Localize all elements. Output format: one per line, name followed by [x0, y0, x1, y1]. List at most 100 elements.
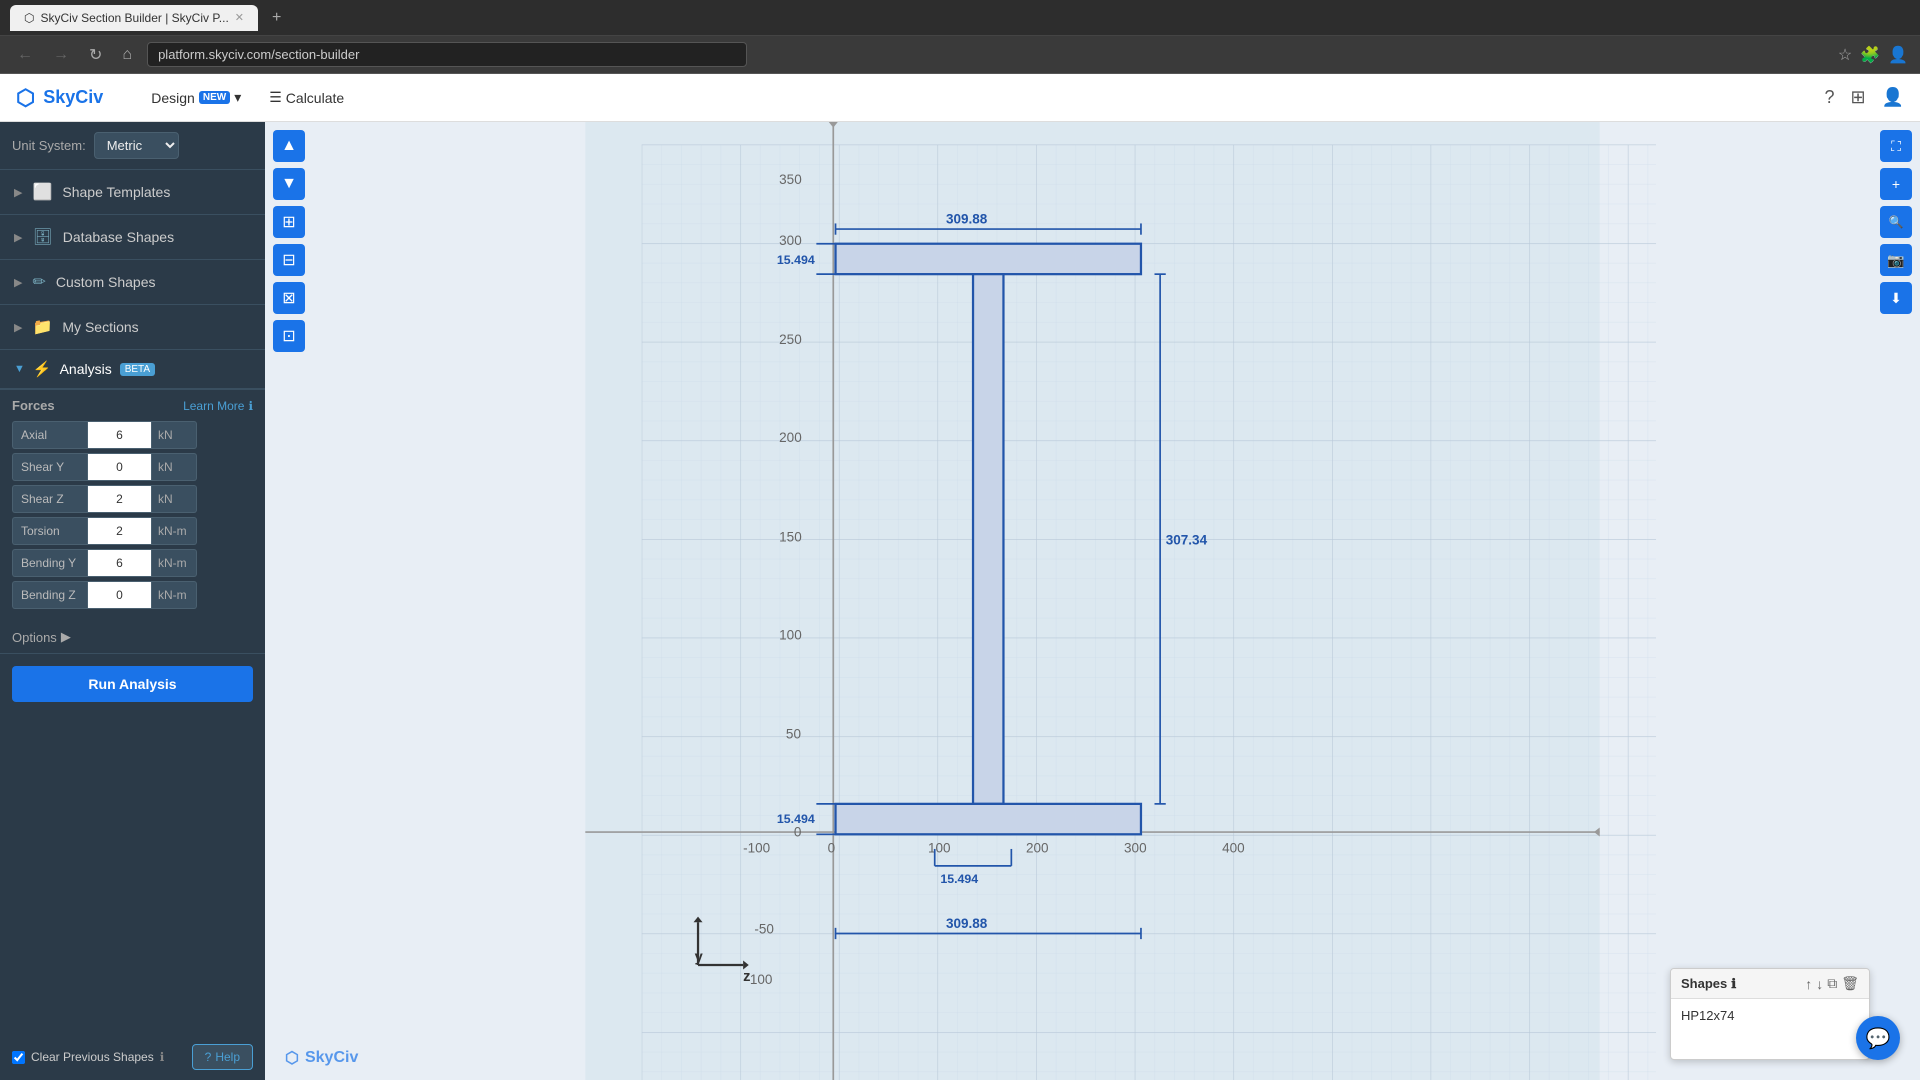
- svg-text:15.494: 15.494: [940, 872, 978, 886]
- zoom-fit-button[interactable]: ⛶: [1880, 130, 1912, 162]
- pan-up-button[interactable]: ▲: [273, 130, 305, 162]
- custom-shapes-chevron-icon: ▶: [14, 276, 22, 289]
- custom-shapes-header[interactable]: ▶ ✏ Custom Shapes: [0, 260, 265, 304]
- svg-text:200: 200: [1026, 840, 1049, 855]
- axial-input[interactable]: [87, 421, 152, 449]
- forces-section: Forces Learn More ℹ Axial kN Shear Y kN: [0, 390, 265, 621]
- svg-text:300: 300: [1124, 840, 1147, 855]
- watermark-icon: ⬡: [285, 1048, 299, 1068]
- home-button[interactable]: ⌂: [117, 44, 137, 66]
- svg-text:15.494: 15.494: [777, 812, 815, 826]
- bookmark-icon[interactable]: ☆: [1838, 45, 1852, 65]
- shapes-copy-button[interactable]: ⧉: [1827, 975, 1837, 992]
- shape-templates-header[interactable]: ▶ ⬜ Shape Templates: [0, 170, 265, 214]
- zoom-out-button[interactable]: 🔍: [1880, 206, 1912, 238]
- measure-button[interactable]: ⊡: [273, 320, 305, 352]
- chat-button[interactable]: 💬: [1856, 1016, 1900, 1060]
- pan-down-button[interactable]: ▼: [273, 168, 305, 200]
- shapes-delete-button[interactable]: 🗑: [1841, 975, 1859, 992]
- svg-text:z: z: [743, 969, 750, 985]
- clear-shapes-checkbox[interactable]: [12, 1051, 25, 1064]
- analysis-header[interactable]: ▼ ⚡ Analysis BETA: [0, 350, 265, 389]
- custom-shapes-icon: ✏: [32, 272, 45, 292]
- refresh-button[interactable]: ↻: [84, 43, 107, 67]
- design-menu-button[interactable]: Design NEW ▾: [139, 83, 253, 112]
- my-sections-header[interactable]: ▶ 📁 My Sections: [0, 305, 265, 349]
- shapes-move-down-button[interactable]: ↓: [1816, 975, 1823, 992]
- shear-y-input[interactable]: [87, 453, 152, 481]
- axial-unit: kN: [152, 421, 197, 449]
- svg-text:350: 350: [779, 172, 802, 187]
- shape-templates-icon: ⬜: [32, 182, 52, 202]
- unit-system-row: Unit System: Metric Imperial: [0, 122, 265, 170]
- tab-close-icon[interactable]: ✕: [235, 11, 244, 24]
- zoom-in-button[interactable]: +: [1880, 168, 1912, 200]
- clear-shapes-label: Clear Previous Shapes: [31, 1050, 154, 1064]
- learn-more-link[interactable]: Learn More ℹ: [183, 399, 253, 413]
- canvas-watermark: ⬡ SkyCiv: [285, 1048, 358, 1068]
- shear-z-unit: kN: [152, 485, 197, 513]
- shapes-info-icon[interactable]: ℹ: [1731, 976, 1736, 992]
- sidebar-section-database-shapes: ▶ 🗄 Database Shapes: [0, 215, 265, 260]
- new-badge: NEW: [199, 91, 230, 104]
- custom-shapes-label: Custom Shapes: [56, 274, 156, 290]
- browser-bar: ⬡ SkyCiv Section Builder | SkyCiv P... ✕…: [0, 0, 1920, 36]
- clear-shapes-info-icon: ℹ: [160, 1050, 165, 1064]
- apps-icon-button[interactable]: ⊞: [1850, 87, 1865, 108]
- options-chevron-icon: ▶: [61, 629, 71, 645]
- shapes-move-up-button[interactable]: ↑: [1805, 975, 1812, 992]
- bending-y-input[interactable]: [87, 549, 152, 577]
- bending-z-input[interactable]: [87, 581, 152, 609]
- address-actions: ☆ 🧩 👤: [1838, 45, 1908, 65]
- svg-text:100: 100: [928, 840, 951, 855]
- axial-label: Axial: [12, 421, 87, 449]
- analysis-chevron-icon: ▼: [14, 363, 25, 375]
- grid-button[interactable]: ⊟: [273, 244, 305, 276]
- address-input[interactable]: [147, 42, 747, 67]
- new-tab-button[interactable]: +: [266, 7, 287, 29]
- forward-button[interactable]: →: [48, 44, 74, 66]
- run-analysis-button[interactable]: Run Analysis: [12, 666, 253, 702]
- shear-z-label: Shear Z: [12, 485, 87, 513]
- svg-text:-50: -50: [754, 921, 774, 936]
- extension-icon[interactable]: 🧩: [1860, 45, 1880, 65]
- torsion-input[interactable]: [87, 517, 152, 545]
- unit-system-select[interactable]: Metric Imperial: [94, 132, 179, 159]
- address-bar: ← → ↻ ⌂ ☆ 🧩 👤: [0, 36, 1920, 74]
- forces-title: Forces: [12, 398, 55, 413]
- beta-badge: BETA: [120, 363, 155, 376]
- help-button[interactable]: ? Help: [192, 1044, 253, 1070]
- back-button[interactable]: ←: [12, 44, 38, 66]
- profile-icon[interactable]: 👤: [1888, 45, 1908, 65]
- sidebar: Unit System: Metric Imperial ▶ ⬜ Shape T…: [0, 122, 265, 1080]
- sidebar-section-analysis: ▼ ⚡ Analysis BETA: [0, 350, 265, 390]
- shapes-panel-actions: ↑ ↓ ⧉ 🗑: [1805, 975, 1859, 992]
- shear-z-input[interactable]: [87, 485, 152, 513]
- snap-button[interactable]: ⊠: [273, 282, 305, 314]
- calculate-menu-button[interactable]: ☰ Calculate: [257, 83, 356, 112]
- my-sections-label: My Sections: [62, 319, 138, 335]
- profile-icon-button[interactable]: 👤: [1882, 87, 1904, 108]
- browser-tab-active[interactable]: ⬡ SkyCiv Section Builder | SkyCiv P... ✕: [10, 5, 258, 31]
- shapes-panel-title: Shapes ℹ: [1681, 976, 1736, 992]
- torsion-unit: kN-m: [152, 517, 197, 545]
- header-menu: Design NEW ▾ ☰ Calculate: [139, 83, 356, 112]
- select-tool-button[interactable]: ⊞: [273, 206, 305, 238]
- help-icon: ?: [205, 1050, 212, 1064]
- svg-text:250: 250: [779, 332, 802, 347]
- help-icon-button[interactable]: ?: [1824, 87, 1834, 108]
- screenshot-button[interactable]: 📷: [1880, 244, 1912, 276]
- svg-text:15.494: 15.494: [777, 253, 815, 267]
- bending-z-unit: kN-m: [152, 581, 197, 609]
- shape-item[interactable]: HP12x74: [1681, 1005, 1859, 1026]
- database-shapes-icon: 🗄: [32, 227, 52, 247]
- download-button[interactable]: ⬇: [1880, 282, 1912, 314]
- bending-y-unit: kN-m: [152, 549, 197, 577]
- tab-title: SkyCiv Section Builder | SkyCiv P...: [40, 11, 228, 25]
- svg-text:150: 150: [779, 529, 802, 544]
- options-row[interactable]: Options ▶: [0, 621, 265, 654]
- bending-z-label: Bending Z: [12, 581, 87, 609]
- analysis-spark-icon: ⚡: [33, 360, 52, 378]
- database-shapes-header[interactable]: ▶ 🗄 Database Shapes: [0, 215, 265, 259]
- calculate-icon: ☰: [269, 89, 282, 106]
